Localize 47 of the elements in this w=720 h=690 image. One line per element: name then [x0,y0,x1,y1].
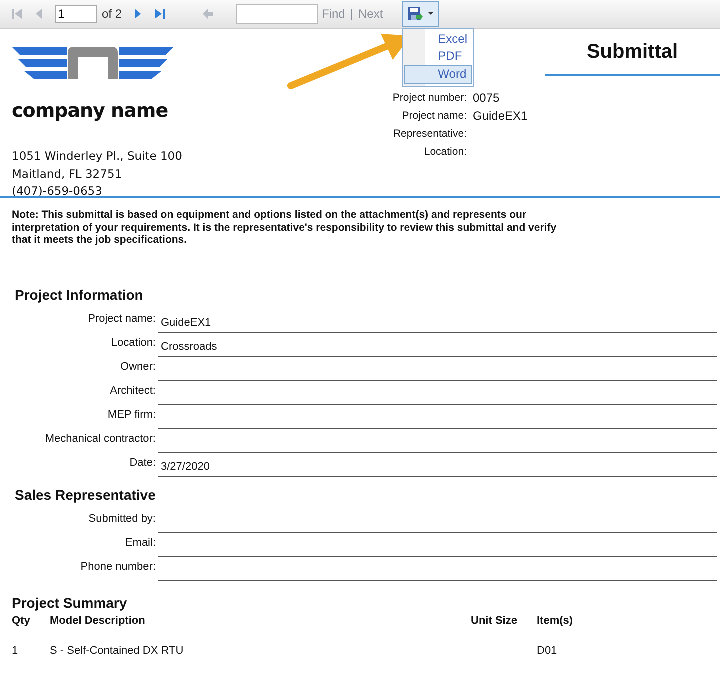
field-value: GuideEX1 [473,109,528,123]
field-label: Project name: [87,312,156,327]
note-text: Note: This submittal is based on equipment and options listed on the attachment(s) and represents our interpretation of your requirements. It is the representative's responsibility to review this submittal and verify that it meets the job specifications. [11,208,558,248]
field-label: Mechanical contractor: [44,432,156,447]
section-title: Project Information [15,287,144,305]
column-header: Item(s) [537,615,574,627]
separator: | [350,7,354,21]
column-header: Model Description [50,615,146,627]
column-header: Unit Size [471,615,518,627]
caret-icon [428,12,434,16]
field-value: GuideEX1 [161,317,212,329]
field-label: Architect: [109,384,156,399]
field-label: Project name: [401,110,467,122]
field-label: Email: [124,536,156,551]
section-title: Project Summary [12,595,128,613]
field-label: Location: [423,146,467,158]
section-title: Sales Representative [15,487,157,505]
column-header: Qty [12,615,32,627]
field-value: 0075 [473,91,500,105]
find-field[interactable] [236,4,318,24]
address-line: (407)-659-0653 [12,183,104,200]
field-label: Phone number: [80,560,156,575]
export-button[interactable] [402,1,440,27]
page-count: of 2 [102,7,122,21]
field-label: Location: [110,336,156,351]
menu-item[interactable]: PDF [404,48,472,65]
field-value: 3/27/2020 [161,461,210,473]
field-label: Owner: [120,360,156,375]
first-page-icon[interactable] [11,8,23,20]
field-label: Project number: [392,92,467,104]
company-name: company name [12,100,170,122]
field-label: Submitted by: [88,512,156,527]
address-line: Maitland, FL 32751 [12,166,124,182]
table-cell-text: 1 [12,645,20,657]
field-label: Date: [128,456,156,471]
table-cell-text: D01 [537,645,558,657]
menu-item[interactable]: Excel [404,31,472,48]
field-label: Representative: [392,128,467,140]
table-cell-text: S - Self-Contained DX RTU [50,645,185,657]
field-label: MEP firm: [106,408,156,423]
page-number-field[interactable]: 1 [55,5,97,23]
report-title: Submittal [545,41,720,76]
address-line: 1051 Winderley Pl., Suite 100 [12,148,184,165]
back-arrow-icon[interactable] [202,8,214,20]
field-value: Crossroads [161,341,218,353]
menu-item[interactable]: Word [404,65,472,84]
last-page-icon[interactable] [154,8,166,20]
